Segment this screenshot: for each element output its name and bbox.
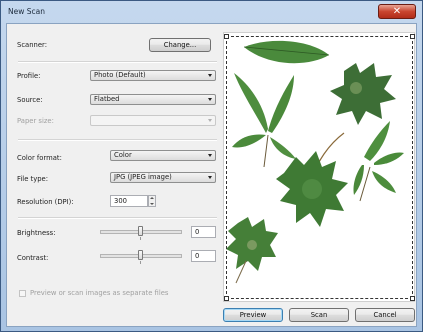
paper-size-dropdown [90, 115, 216, 126]
separate-files-label: Preview or scan images as separate files [30, 289, 169, 297]
chevron-down-icon [208, 176, 212, 179]
brightness-input[interactable]: 0 [191, 226, 216, 238]
profile-value: Photo (Default) [94, 71, 146, 79]
source-dropdown[interactable]: Flatbed [90, 94, 216, 105]
resize-handle[interactable] [224, 34, 229, 39]
resolution-spinner[interactable] [148, 195, 156, 207]
new-scan-dialog: New Scan ✕ Scanner: Change... Profile: P… [0, 0, 423, 332]
preview-button[interactable]: Preview [223, 308, 283, 322]
brightness-label: Brightness: [17, 229, 56, 237]
resize-handle[interactable] [410, 34, 415, 39]
resize-handle[interactable] [224, 296, 229, 301]
preview-pane[interactable] [223, 32, 415, 302]
separator [18, 61, 217, 63]
source-label: Source: [17, 96, 43, 104]
profile-dropdown[interactable]: Photo (Default) [90, 70, 216, 81]
spin-up-icon [150, 197, 154, 199]
separator [18, 139, 217, 141]
resize-handle[interactable] [410, 296, 415, 301]
scanner-label: Scanner: [17, 41, 47, 49]
file-type-value: JPG (JPEG image) [114, 173, 172, 181]
contrast-label: Contrast: [17, 254, 49, 262]
color-format-dropdown[interactable]: Color [110, 150, 216, 161]
scan-region-selection[interactable] [224, 34, 415, 301]
window-title: New Scan [8, 7, 45, 16]
spin-down-icon [150, 203, 154, 205]
close-icon: ✕ [392, 6, 402, 17]
close-button[interactable]: ✕ [378, 4, 416, 19]
slider-tick [140, 261, 141, 264]
scan-button[interactable]: Scan [289, 308, 349, 322]
contrast-input[interactable]: 0 [191, 250, 216, 262]
brightness-slider[interactable] [137, 226, 143, 236]
cancel-button[interactable]: Cancel [355, 308, 415, 322]
paper-size-label: Paper size: [17, 117, 54, 125]
chevron-down-icon [208, 154, 212, 157]
color-format-label: Color format: [17, 154, 62, 162]
file-type-dropdown[interactable]: JPG (JPEG image) [110, 172, 216, 183]
separate-files-checkbox [19, 290, 26, 297]
color-format-value: Color [114, 151, 132, 159]
separator [18, 217, 217, 219]
chevron-down-icon [208, 98, 212, 101]
chevron-down-icon [208, 74, 212, 77]
chevron-down-icon [208, 119, 212, 122]
title-bar[interactable]: New Scan ✕ [1, 1, 422, 23]
dialog-body: Scanner: Change... Profile: Photo (Defau… [6, 23, 417, 327]
profile-label: Profile: [17, 72, 41, 80]
source-value: Flatbed [94, 95, 120, 103]
change-scanner-button[interactable]: Change... [149, 38, 211, 52]
resolution-input[interactable]: 300 [110, 195, 148, 207]
resolution-label: Resolution (DPI): [17, 198, 74, 206]
slider-tick [140, 237, 141, 240]
contrast-slider[interactable] [137, 250, 143, 260]
file-type-label: File type: [17, 175, 49, 183]
